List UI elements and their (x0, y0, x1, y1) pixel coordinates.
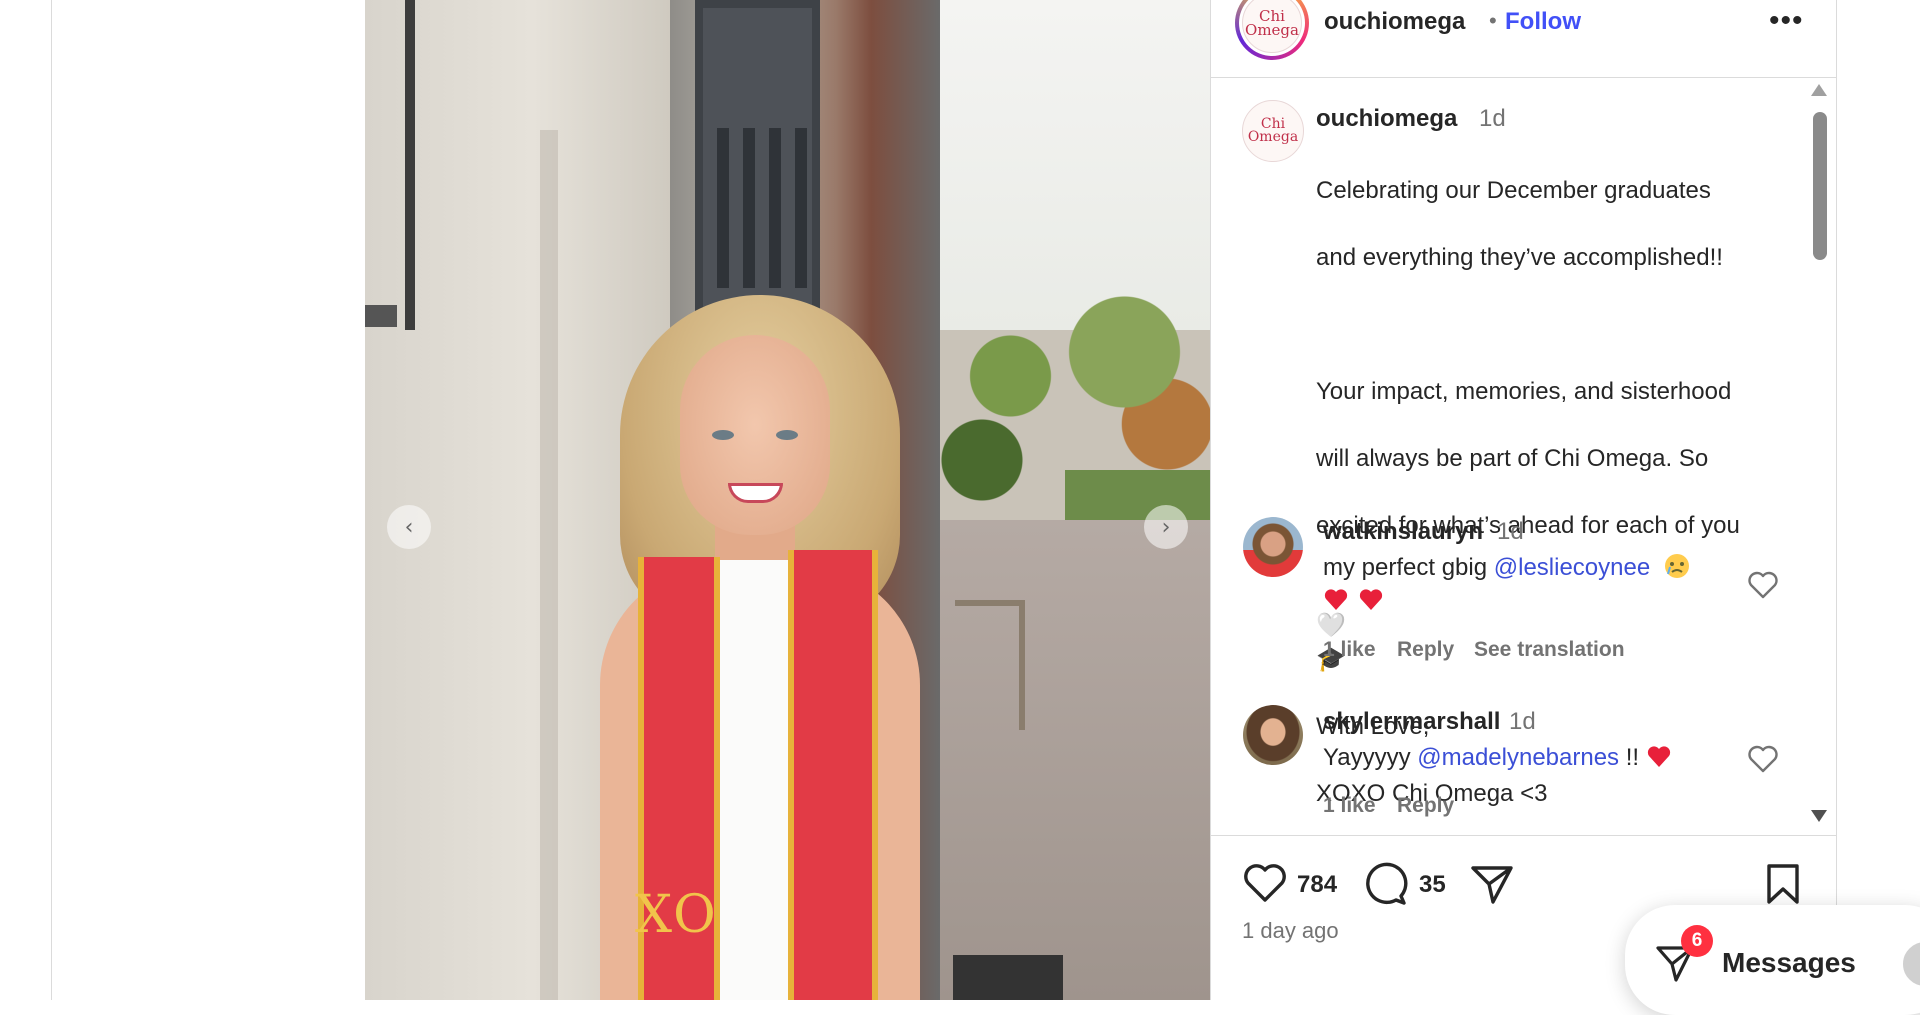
crying-face-emoji (1664, 554, 1689, 578)
header-username[interactable]: ouchiomega (1324, 8, 1465, 36)
comment-icon[interactable] (1363, 862, 1409, 906)
messages-button[interactable]: 6 Messages (1625, 905, 1920, 1015)
comment-username[interactable]: skylerrmarshall (1323, 708, 1500, 736)
comment-username[interactable]: watkinslauryn (1323, 518, 1483, 546)
comment-likes[interactable]: 1 like (1323, 794, 1376, 818)
reply-button[interactable]: Reply (1397, 638, 1454, 662)
share-icon[interactable] (1469, 862, 1515, 906)
commenter-avatar[interactable] (1243, 517, 1303, 577)
caption-time: 1d (1479, 105, 1506, 132)
chevron-left-icon[interactable]: ‹ (387, 505, 431, 549)
heart-icon[interactable] (1747, 744, 1779, 774)
see-translation-button[interactable]: See translation (1474, 638, 1625, 662)
follow-button[interactable]: Follow (1505, 8, 1581, 36)
avatar[interactable]: Chi Omega (1235, 0, 1309, 60)
like-count[interactable]: 784 (1297, 871, 1337, 899)
red-heart-emoji (1647, 746, 1670, 767)
post-side-panel: Chi Omega ouchiomega • Follow ••• Chi Om… (1210, 0, 1837, 1000)
left-divider (51, 0, 52, 1000)
red-hearts-emoji (1324, 588, 1383, 610)
commenter-avatar[interactable] (1243, 705, 1303, 765)
more-icon[interactable]: ••• (1769, 4, 1804, 38)
scroll-down-arrow[interactable] (1811, 810, 1827, 822)
post-photo[interactable]: XO (365, 0, 1210, 1000)
caption-avatar[interactable]: Chi Omega (1242, 100, 1304, 162)
instagram-post-view: XO ‹ › Chi Omega ouchiomega • Follow ••• (0, 0, 1920, 1015)
chi-omega-logo: Chi Omega (1242, 0, 1302, 53)
post-timestamp[interactable]: 1 day ago (1242, 918, 1339, 944)
caption-text: Celebrating our December graduates and e… (1316, 176, 1740, 807)
messages-label: Messages (1722, 947, 1856, 978)
comment-count[interactable]: 35 (1419, 871, 1446, 899)
reply-button[interactable]: Reply (1397, 794, 1454, 818)
mention-link[interactable]: @madelynebarnes (1417, 744, 1619, 771)
comment-text: my perfect gbig @lesliecoynee (1323, 551, 1783, 618)
scrollbar-thumb[interactable] (1813, 112, 1827, 260)
chi-omega-logo: Chi Omega (1242, 100, 1304, 162)
bookmark-icon[interactable] (1763, 862, 1803, 906)
post-header: Chi Omega ouchiomega • Follow ••• (1211, 0, 1837, 78)
separator-dot: • (1489, 8, 1497, 33)
avatar (1901, 940, 1920, 988)
heart-icon[interactable] (1747, 570, 1779, 600)
comment-text: Yayyyyy @madelynebarnes !! (1323, 741, 1783, 775)
stole-lettering: XO (635, 885, 718, 945)
chevron-right-icon[interactable]: › (1144, 505, 1188, 549)
caption-username[interactable]: ouchiomega (1316, 105, 1457, 133)
scroll-up-arrow[interactable] (1811, 84, 1827, 96)
comment-time: 1d (1497, 518, 1524, 545)
unread-badge: 6 (1681, 925, 1713, 957)
heart-icon[interactable] (1242, 862, 1288, 904)
graduate-figure: XO (590, 295, 930, 1000)
mention-link[interactable]: @lesliecoynee (1494, 554, 1650, 581)
comment-time: 1d (1509, 708, 1536, 735)
comment-likes[interactable]: 1 like (1323, 638, 1376, 662)
